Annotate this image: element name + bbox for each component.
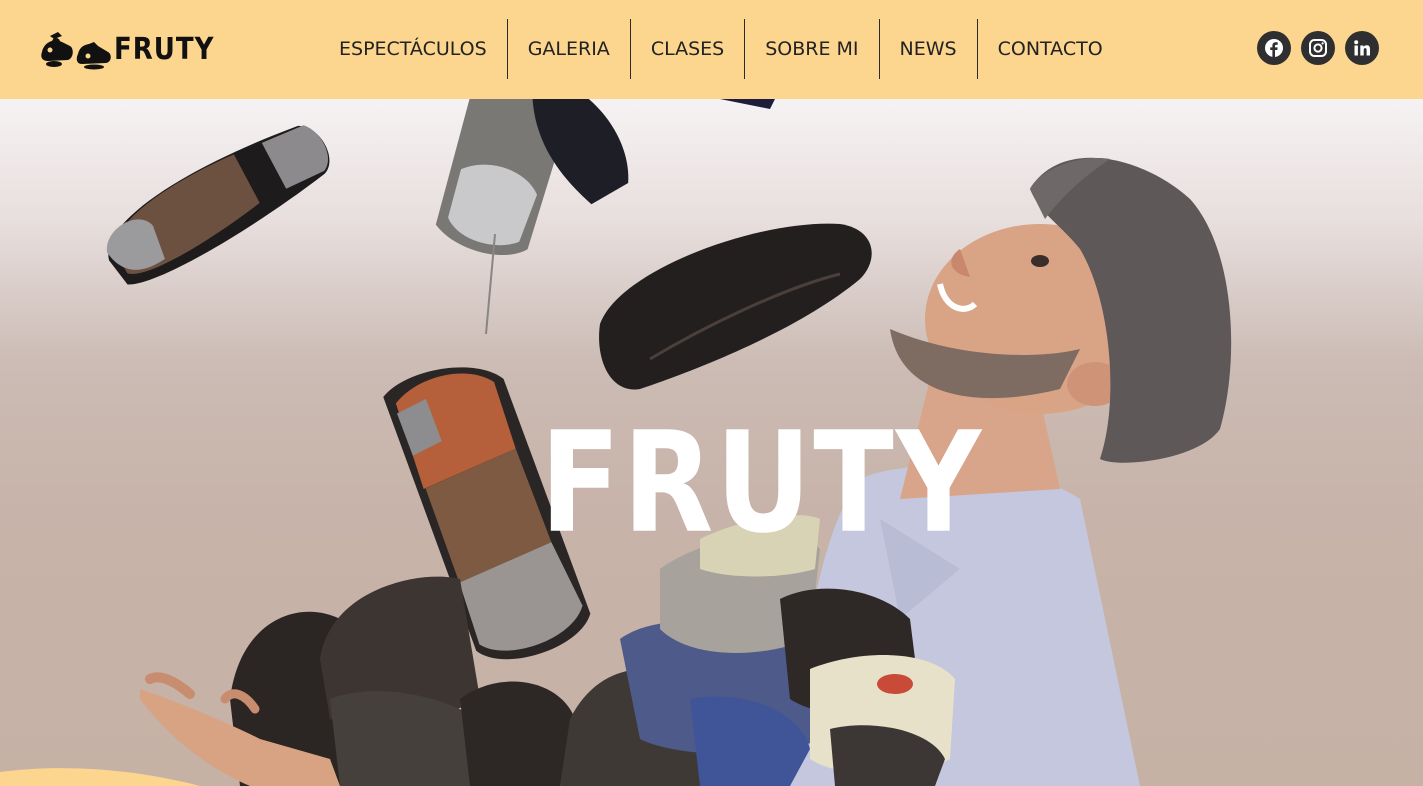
tap-shoes-logo-icon [41,32,111,70]
nav-item-contacto[interactable]: CONTACTO [978,19,1123,79]
nav-item-sobre-mi[interactable]: SOBRE MI [745,19,880,79]
nav-item-espectaculos[interactable]: ESPECTÁCULOS [319,19,508,79]
nav-item-news[interactable]: NEWS [880,19,978,79]
brand-logo[interactable]: FRUTY [40,30,214,70]
hero-section: FRUTY [0,99,1423,786]
main-nav: ESPECTÁCULOS GALERIA CLASES SOBRE MI NEW… [319,19,1123,79]
instagram-icon [1309,39,1327,57]
facebook-button[interactable] [1257,31,1291,65]
linkedin-button[interactable] [1345,31,1379,65]
site-header: FRUTY ESPECTÁCULOS GALERIA CLASES SOBRE … [0,0,1423,99]
hero-title: FRUTY [540,401,984,564]
nav-item-galeria[interactable]: GALERIA [508,19,631,79]
brand-name: FRUTY [114,32,215,68]
social-links [1257,31,1379,65]
nav-item-clases[interactable]: CLASES [631,19,746,79]
instagram-button[interactable] [1301,31,1335,65]
facebook-icon [1265,39,1283,57]
linkedin-icon [1354,40,1370,56]
bottom-wave-shape [0,768,200,786]
